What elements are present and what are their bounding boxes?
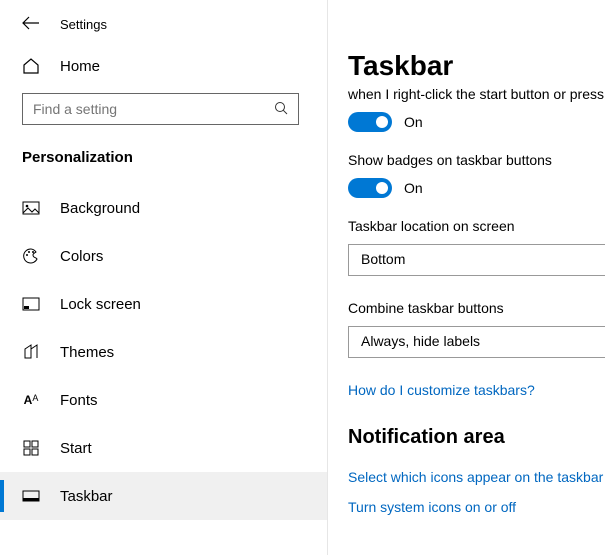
sidebar-item-fonts[interactable]: AA Fonts <box>0 376 327 424</box>
taskbar-icon <box>22 490 40 502</box>
sidebar-item-label: Themes <box>60 344 114 361</box>
home-label: Home <box>60 58 100 75</box>
sidebar-item-themes[interactable]: Themes <box>0 328 327 376</box>
setting-description: when I right-click the start button or p… <box>348 86 605 102</box>
palette-icon <box>22 247 40 265</box>
sidebar-item-taskbar[interactable]: Taskbar <box>0 472 327 520</box>
page-title: Taskbar <box>348 50 605 82</box>
sidebar-item-label: Lock screen <box>60 296 141 313</box>
fonts-icon: AA <box>22 393 40 407</box>
search-input[interactable] <box>33 101 274 117</box>
select-combine-buttons[interactable]: Always, hide labels <box>348 326 605 358</box>
main-content: Taskbar when I right-click the start but… <box>328 0 605 555</box>
select-value: Always, hide labels <box>361 333 480 349</box>
help-link[interactable]: How do I customize taskbars? <box>348 382 605 398</box>
select-value: Bottom <box>361 251 405 267</box>
link-system-icons[interactable]: Turn system icons on or off <box>348 499 605 515</box>
sidebar-item-label: Fonts <box>60 392 98 409</box>
sidebar-item-background[interactable]: Background <box>0 184 327 232</box>
sidebar-item-label: Background <box>60 200 140 217</box>
search-wrap <box>0 83 327 125</box>
search-box[interactable] <box>22 93 299 125</box>
back-button[interactable] <box>22 16 40 33</box>
notification-section-title: Notification area <box>348 426 605 449</box>
sidebar: Settings Home Personalization Background… <box>0 0 328 555</box>
setting-label-location: Taskbar location on screen <box>348 218 605 234</box>
setting-label-combine: Combine taskbar buttons <box>348 300 605 316</box>
home-nav[interactable]: Home <box>0 49 327 83</box>
select-taskbar-location[interactable]: Bottom <box>348 244 605 276</box>
toggle-state: On <box>404 114 423 130</box>
start-icon <box>22 440 40 456</box>
setting-label-badges: Show badges on taskbar buttons <box>348 152 605 168</box>
section-header: Personalization <box>0 125 327 184</box>
sidebar-item-label: Colors <box>60 248 103 265</box>
toggle-switch[interactable] <box>348 178 392 198</box>
toggle-switch[interactable] <box>348 112 392 132</box>
toggle-state: On <box>404 180 423 196</box>
back-arrow-icon <box>22 16 40 30</box>
themes-icon <box>22 343 40 361</box>
sidebar-item-label: Start <box>60 440 92 457</box>
link-select-icons[interactable]: Select which icons appear on the taskbar <box>348 469 605 485</box>
sidebar-item-label: Taskbar <box>60 488 113 505</box>
toggle-row-powermenu: On <box>348 112 605 132</box>
home-icon <box>22 57 40 75</box>
header-row: Settings <box>0 4 327 49</box>
sidebar-item-colors[interactable]: Colors <box>0 232 327 280</box>
lock-screen-icon <box>22 297 40 311</box>
app-title: Settings <box>60 17 107 32</box>
toggle-row-badges: On <box>348 178 605 198</box>
picture-icon <box>22 201 40 215</box>
sidebar-item-lock-screen[interactable]: Lock screen <box>0 280 327 328</box>
sidebar-item-start[interactable]: Start <box>0 424 327 472</box>
search-icon <box>274 101 288 118</box>
